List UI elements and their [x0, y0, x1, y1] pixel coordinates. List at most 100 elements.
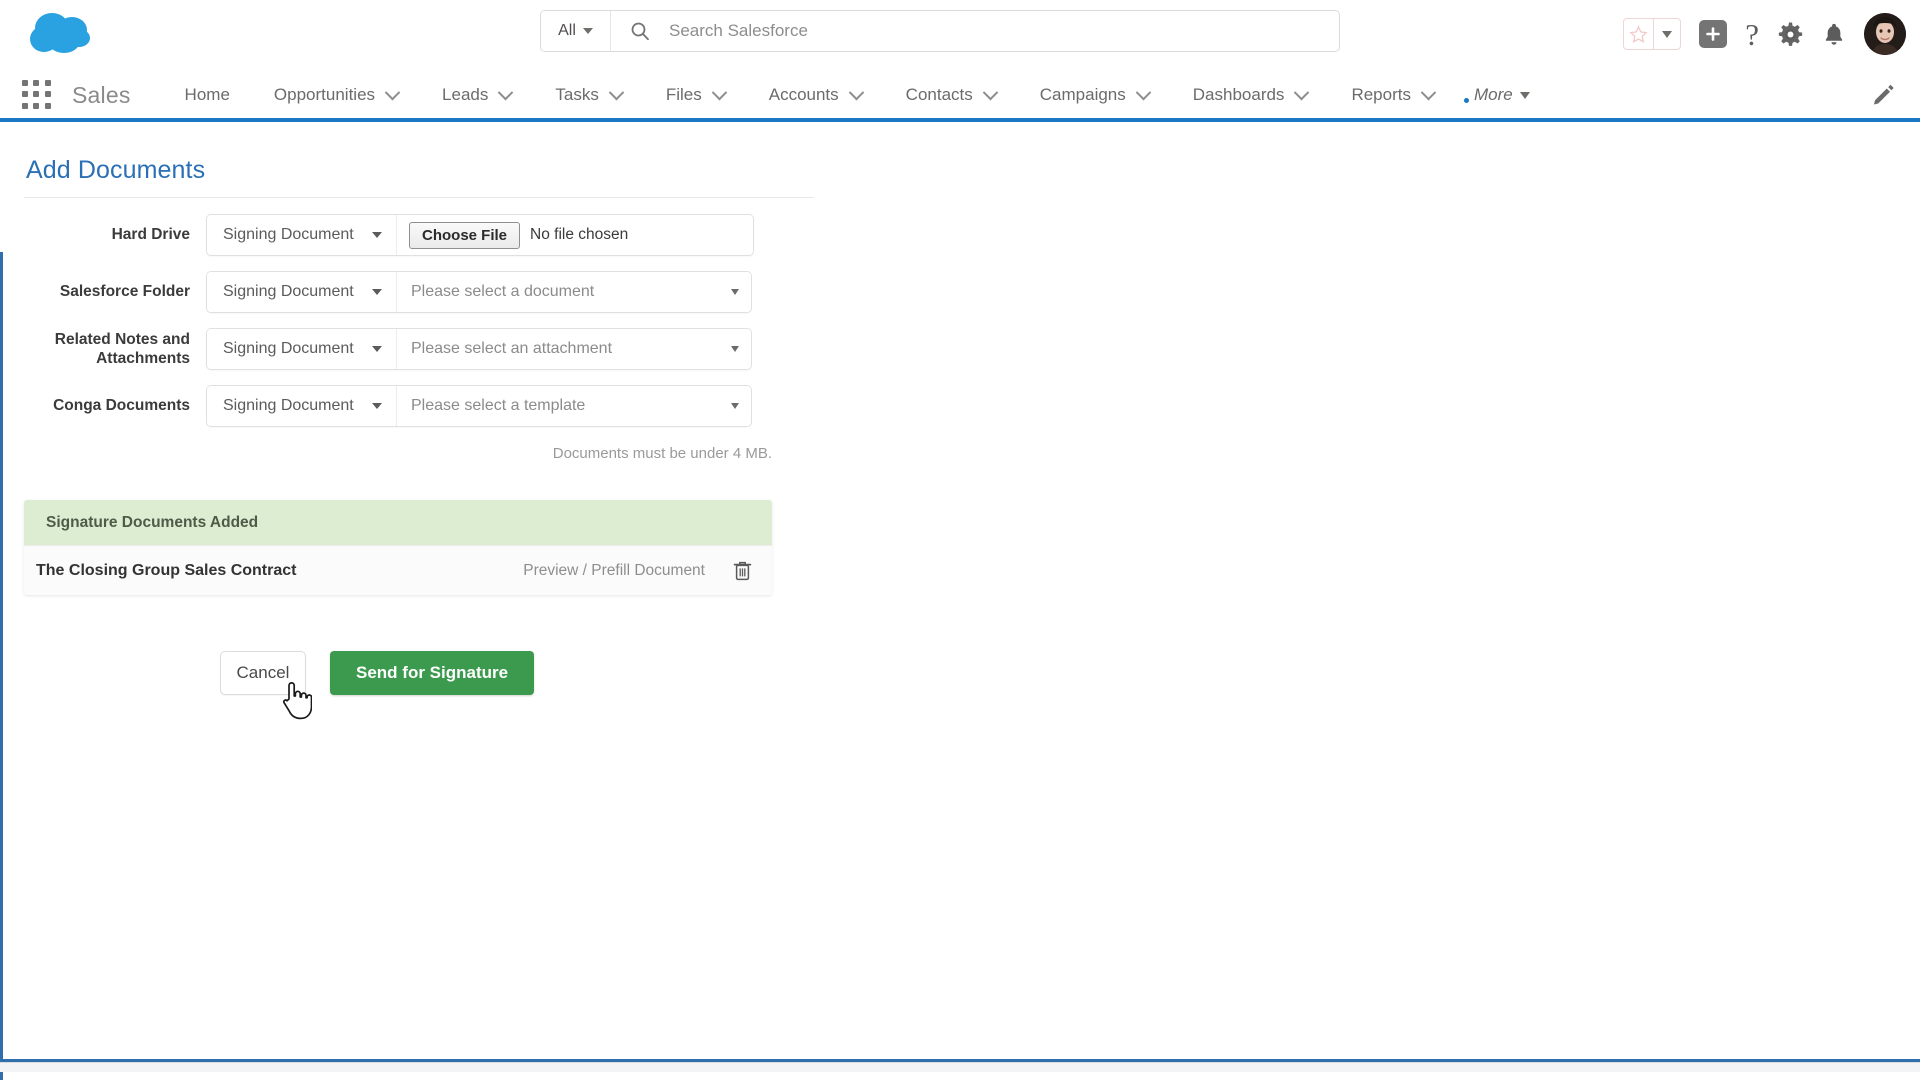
page-title: Add Documents: [24, 130, 814, 197]
page-bottom-bar: [0, 1062, 1920, 1072]
field-label: Hard Drive: [24, 225, 206, 244]
app-launcher-icon[interactable]: [22, 80, 52, 110]
field-label: Related Notes and Attachments: [24, 330, 206, 369]
file-status-label: No file chosen: [530, 226, 628, 244]
document-type-value: Signing Document: [223, 340, 354, 358]
preview-prefill-link[interactable]: Preview / Prefill Document: [523, 562, 705, 580]
nav-item-accounts[interactable]: Accounts: [747, 72, 884, 118]
document-picker-placeholder: Please select a document: [411, 283, 594, 301]
bell-icon[interactable]: [1822, 22, 1846, 47]
conga-documents-field-group: Signing Document Please select a templat…: [206, 385, 752, 427]
nav-item-dashboards[interactable]: Dashboards: [1171, 72, 1330, 118]
nav-item-more[interactable]: More: [1456, 85, 1548, 105]
nav-item-tasks[interactable]: Tasks: [533, 72, 643, 118]
chevron-down-icon: [711, 84, 727, 100]
field-label: Conga Documents: [24, 396, 206, 415]
nav-item-label: Reports: [1351, 85, 1411, 105]
gear-icon[interactable]: [1777, 21, 1804, 48]
attachment-picker-placeholder: Please select an attachment: [411, 340, 612, 358]
caret-down-icon: [1520, 92, 1530, 99]
signature-documents-heading: Signature Documents Added: [24, 500, 772, 545]
salesforce-cloud-logo[interactable]: [22, 8, 102, 64]
attachment-picker-dropdown[interactable]: Please select an attachment: [397, 329, 751, 369]
nav-item-opportunities[interactable]: Opportunities: [252, 72, 420, 118]
cancel-button[interactable]: Cancel: [220, 651, 306, 695]
hard-drive-field-group: Signing Document Choose File No file cho…: [206, 214, 754, 256]
search-input[interactable]: [669, 11, 1339, 51]
nav-items: Home Opportunities Leads Tasks Files Acc…: [163, 72, 1548, 118]
favorites-group[interactable]: [1623, 18, 1681, 50]
form-row-salesforce-folder: Salesforce Folder Signing Document Pleas…: [24, 271, 814, 313]
chevron-down-icon: [1135, 84, 1151, 100]
nav-item-label: Tasks: [555, 85, 598, 105]
nav-item-contacts[interactable]: Contacts: [884, 72, 1018, 118]
document-type-dropdown[interactable]: Signing Document: [207, 215, 397, 255]
form-row-related-notes-attachments: Related Notes and Attachments Signing Do…: [24, 328, 814, 370]
app-navigation-bar: Sales Home Opportunities Leads Tasks Fil…: [0, 72, 1920, 122]
title-divider: [24, 197, 814, 198]
document-type-dropdown[interactable]: Signing Document: [207, 386, 397, 426]
page-body: Add Documents Hard Drive Signing Documen…: [0, 122, 1920, 1072]
star-outline-icon[interactable]: [1624, 19, 1653, 49]
nav-item-files[interactable]: Files: [644, 72, 747, 118]
caret-down-icon: [731, 346, 739, 352]
search-scope-label: All: [558, 22, 576, 40]
caret-down-icon: [372, 346, 382, 352]
app-name-label: Sales: [72, 82, 131, 109]
document-type-dropdown[interactable]: Signing Document: [207, 329, 397, 369]
avatar[interactable]: [1864, 13, 1906, 55]
caret-down-icon: [372, 232, 382, 238]
header-action-icons: ?: [1623, 8, 1906, 60]
plus-icon[interactable]: [1699, 20, 1727, 48]
document-type-dropdown[interactable]: Signing Document: [207, 272, 397, 312]
template-picker-dropdown[interactable]: Please select a template: [397, 386, 751, 426]
search-icon: [611, 11, 669, 51]
chevron-down-icon: [1421, 84, 1437, 100]
send-for-signature-button[interactable]: Send for Signature: [330, 651, 534, 695]
document-type-value: Signing Document: [223, 226, 354, 244]
field-label: Salesforce Folder: [24, 282, 206, 301]
choose-file-button[interactable]: Choose File: [409, 222, 520, 249]
pencil-icon[interactable]: [1870, 84, 1896, 115]
nav-item-label: Leads: [442, 85, 488, 105]
nav-item-label: Campaigns: [1040, 85, 1126, 105]
question-mark-icon[interactable]: ?: [1745, 19, 1759, 50]
caret-down-icon: [731, 403, 739, 409]
global-header: All: [0, 0, 1920, 72]
nav-item-label: Dashboards: [1193, 85, 1285, 105]
document-type-value: Signing Document: [223, 397, 354, 415]
chevron-down-icon: [848, 84, 864, 100]
file-upload-cell[interactable]: Choose File No file chosen: [397, 215, 753, 255]
global-search-bar[interactable]: All: [540, 10, 1340, 52]
chevron-down-icon: [982, 84, 998, 100]
chevron-down-icon: [498, 84, 514, 100]
nav-item-label: Files: [666, 85, 702, 105]
signature-documents-panel: Signature Documents Added The Closing Gr…: [24, 500, 772, 595]
nav-item-label: Opportunities: [274, 85, 375, 105]
nav-item-campaigns[interactable]: Campaigns: [1018, 72, 1171, 118]
search-scope-selector[interactable]: All: [541, 11, 611, 51]
nav-more-label: More: [1474, 85, 1513, 105]
caret-down-icon: [731, 289, 739, 295]
salesforce-folder-field-group: Signing Document Please select a documen…: [206, 271, 752, 313]
caret-down-icon: [372, 403, 382, 409]
document-name: The Closing Group Sales Contract: [36, 562, 523, 580]
caret-down-icon[interactable]: [1653, 19, 1680, 49]
trash-icon[interactable]: [733, 560, 752, 581]
nav-item-home[interactable]: Home: [163, 72, 252, 118]
chevron-down-icon: [385, 84, 401, 100]
caret-down-icon: [372, 289, 382, 295]
document-picker-dropdown[interactable]: Please select a document: [397, 272, 751, 312]
nav-item-leads[interactable]: Leads: [420, 72, 533, 118]
more-indicator-dot: [1464, 98, 1469, 103]
nav-item-label: Contacts: [906, 85, 973, 105]
template-picker-placeholder: Please select a template: [411, 397, 585, 415]
nav-item-label: Accounts: [769, 85, 839, 105]
salesforce-app-window: All: [0, 0, 1920, 1080]
nav-item-label: Home: [185, 85, 230, 105]
chevron-down-icon: [609, 84, 625, 100]
chevron-down-icon: [583, 28, 593, 34]
nav-item-reports[interactable]: Reports: [1329, 72, 1456, 118]
table-row: The Closing Group Sales Contract Preview…: [24, 545, 772, 595]
chevron-down-icon: [1294, 84, 1310, 100]
